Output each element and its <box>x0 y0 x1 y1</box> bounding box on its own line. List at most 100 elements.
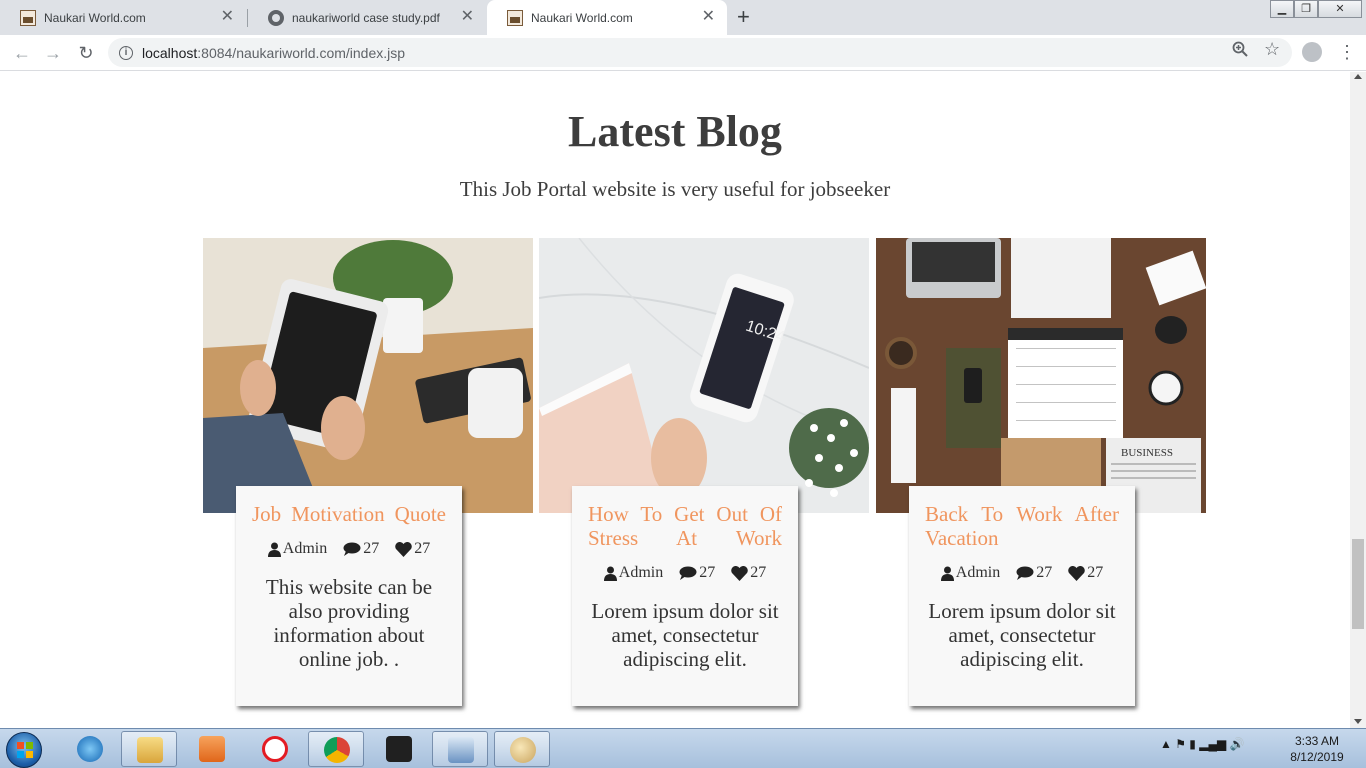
tab-title: naukariworld case study.pdf <box>292 10 440 25</box>
folder-icon <box>137 737 163 763</box>
comments-meta: 27 <box>1016 564 1052 582</box>
section-subtitle: This Job Portal website is very useful f… <box>459 177 891 201</box>
heart-icon <box>731 565 748 581</box>
author-name: Admin <box>618 564 664 581</box>
likes-meta: 27 <box>395 540 430 558</box>
tab-title: Naukari World.com <box>44 10 146 25</box>
restore-window-icon[interactable]: ❐ <box>1294 0 1318 18</box>
heart-icon <box>1068 565 1085 581</box>
url-path: :8084/naukariworld.com/index.jsp <box>197 44 406 61</box>
taskbar-ms-office[interactable] <box>371 731 427 767</box>
author-meta: Admin <box>940 564 1001 582</box>
reload-icon[interactable]: ↻ <box>74 41 98 65</box>
globe-icon <box>268 9 284 26</box>
ms-office-icon <box>386 736 412 762</box>
windows-logo-icon <box>17 742 33 758</box>
clock-date: 8/12/2019 <box>1290 750 1344 764</box>
bookmark-star-icon[interactable]: ☆ <box>1264 39 1280 60</box>
taskbar-internet-explorer[interactable] <box>62 731 118 767</box>
blog-excerpt: This website can be also providing infor… <box>265 575 433 671</box>
internet-explorer-icon <box>77 736 103 762</box>
scrollbar-thumb[interactable] <box>1352 539 1364 629</box>
comments-meta: 27 <box>343 540 379 558</box>
chrome-icon <box>324 737 350 763</box>
comment-count: 27 <box>363 540 380 557</box>
user-icon <box>603 566 617 581</box>
taskbar-file-explorer[interactable] <box>121 731 177 767</box>
close-tab-icon[interactable]: ✕ <box>702 9 715 25</box>
blog-card: Job Motivation Quote Admin 27 27 This we… <box>203 238 533 718</box>
user-icon <box>267 542 281 557</box>
forward-arrow-icon[interactable]: → <box>41 41 65 65</box>
like-count: 27 <box>750 564 767 581</box>
author-name: Admin <box>955 564 1001 581</box>
minimize-window-icon[interactable]: ▁ <box>1270 0 1294 18</box>
browser-tab[interactable]: naukariworld case study.pdf ✕ <box>248 0 486 35</box>
clock-time: 3:33 AM <box>1294 734 1340 748</box>
taskbar-yandex[interactable] <box>247 731 303 767</box>
blog-card: 10:24 How To Get Out Of Stress At Work A… <box>539 238 869 718</box>
blog-meta: Admin 27 27 <box>252 540 446 558</box>
comment-icon <box>679 566 697 580</box>
site-favicon-icon <box>507 9 523 26</box>
planner-desk-photo[interactable]: BUSINESS <box>876 238 1206 513</box>
user-icon <box>940 566 954 581</box>
heart-icon <box>395 541 412 557</box>
tablet-desk-photo[interactable] <box>203 238 533 513</box>
page-scrollbar[interactable] <box>1350 72 1366 728</box>
comment-count: 27 <box>1036 564 1053 581</box>
back-arrow-icon[interactable]: ← <box>10 41 34 65</box>
blog-card-body: How To Get Out Of Stress At Work Admin 2… <box>572 486 798 706</box>
new-tab-plus-icon[interactable]: + <box>737 5 750 29</box>
blog-title-link[interactable]: Back To Work After Vacation <box>925 502 1119 550</box>
browser-tab-active[interactable]: Naukari World.com ✕ <box>487 0 727 35</box>
taskbar-chrome[interactable] <box>308 731 364 767</box>
blog-title-link[interactable]: How To Get Out Of Stress At Work <box>588 502 782 550</box>
blog-title-link[interactable]: Job Motivation Quote <box>252 502 446 526</box>
site-favicon-icon <box>20 9 36 26</box>
media-player-icon <box>199 736 225 762</box>
like-count: 27 <box>414 540 431 557</box>
author-meta: Admin <box>603 564 664 582</box>
comment-count: 27 <box>699 564 716 581</box>
section-title: Latest Blog <box>568 107 782 156</box>
author-name: Admin <box>282 540 328 557</box>
close-tab-icon[interactable]: ✕ <box>221 9 234 25</box>
zoom-icon[interactable] <box>1232 41 1248 62</box>
tab-strip: Naukari World.com ✕ naukariworld case st… <box>0 0 1366 35</box>
windows-taskbar: ▲ ⚑ ▮ ▂▄▆ 🔊 3:33 AM 8/12/2019 <box>0 728 1366 768</box>
phone-marble-photo[interactable]: 10:24 <box>539 238 869 513</box>
comment-icon <box>343 542 361 556</box>
browser-tab[interactable]: Naukari World.com ✕ <box>0 0 246 35</box>
likes-meta: 27 <box>1068 564 1103 582</box>
taskbar-virtualbox[interactable] <box>432 731 488 767</box>
address-bar[interactable]: i localhost:8084/naukariworld.com/index.… <box>108 38 1292 67</box>
profile-avatar-icon[interactable] <box>1302 42 1322 62</box>
tab-title: Naukari World.com <box>531 10 633 25</box>
author-meta: Admin <box>267 540 328 558</box>
close-tab-icon[interactable]: ✕ <box>461 9 474 25</box>
url-text[interactable]: localhost:8084/naukariworld.com/index.js… <box>142 45 405 61</box>
browser-toolbar: ← → ↻ i localhost:8084/naukariworld.com/… <box>0 35 1366 71</box>
page-viewport: Latest Blog This Job Portal website is v… <box>0 72 1350 728</box>
scroll-down-arrow-icon[interactable] <box>1354 719 1362 724</box>
blog-card: BUSINESS Back To Work After Vacation Adm… <box>876 238 1206 718</box>
svg-text:BUSINESS: BUSINESS <box>1121 447 1173 459</box>
blog-excerpt: Lorem ipsum dolor sit amet, consectetur … <box>591 599 779 671</box>
blog-card-body: Job Motivation Quote Admin 27 27 This we… <box>236 486 462 706</box>
yandex-browser-icon <box>262 736 288 762</box>
close-window-icon[interactable]: ✕ <box>1318 0 1362 18</box>
url-host: localhost <box>142 44 198 61</box>
info-icon[interactable]: i <box>119 45 133 60</box>
blog-meta: Admin 27 27 <box>925 564 1119 582</box>
blog-excerpt: Lorem ipsum dolor sit amet, consectetur … <box>928 599 1116 671</box>
cube-app-icon <box>448 737 474 763</box>
kebab-menu-icon[interactable]: ⋮ <box>1338 42 1356 62</box>
scroll-up-arrow-icon[interactable] <box>1354 74 1362 79</box>
system-tray[interactable]: ▲ ⚑ ▮ ▂▄▆ 🔊 <box>1160 737 1244 751</box>
taskbar-paint[interactable] <box>494 731 550 767</box>
taskbar-media-player[interactable] <box>184 731 240 767</box>
comment-icon <box>1016 566 1034 580</box>
taskbar-clock[interactable]: 3:33 AM 8/12/2019 <box>1286 733 1348 765</box>
start-button[interactable] <box>6 732 42 768</box>
